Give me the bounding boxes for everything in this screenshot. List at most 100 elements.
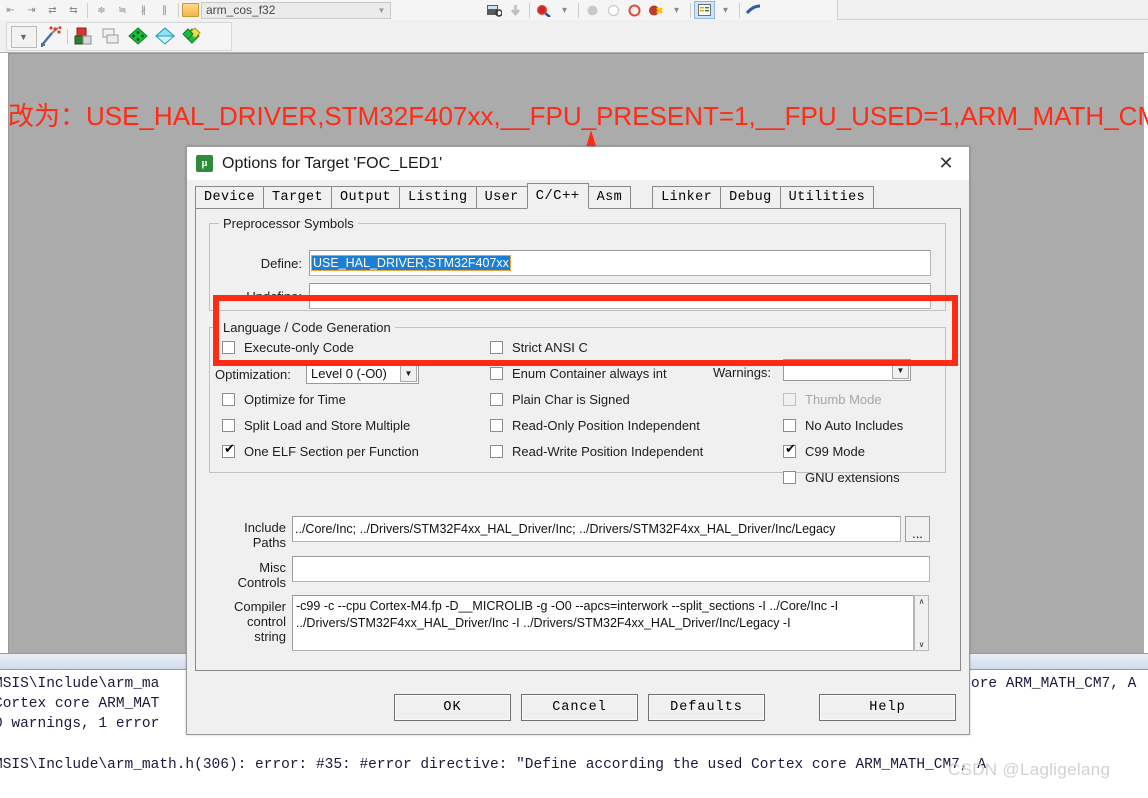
- uncomment-icon[interactable]: ⇆: [63, 1, 84, 19]
- help-glyph: [745, 4, 761, 15]
- compiler-control-scrollbar[interactable]: ∧ ∨: [914, 595, 929, 651]
- misc-controls-input[interactable]: [292, 556, 930, 582]
- manage-runtime-icon[interactable]: [179, 24, 206, 49]
- checkbox-optimize-for-time[interactable]: [222, 393, 235, 406]
- compiler-control-string-input[interactable]: -c99 -c --cpu Cortex-M4.fp -D__MICROLIB …: [292, 595, 914, 651]
- breakpoint-dropdown-icon[interactable]: ▾: [666, 1, 687, 19]
- config-wizard-icon[interactable]: [37, 24, 64, 49]
- batch-build-icon[interactable]: [98, 24, 125, 49]
- window-icon[interactable]: [694, 1, 715, 19]
- target-dropdown-icon[interactable]: ▼: [10, 24, 37, 49]
- optimization-label: Optimization:: [215, 367, 291, 382]
- build-output-line: 0 warnings, 1 error: [0, 716, 160, 732]
- tab-target[interactable]: Target: [263, 186, 333, 208]
- keil-uvision-icon: µ: [196, 155, 213, 172]
- breakpoint-icon[interactable]: [582, 1, 603, 19]
- breakpoint-disable-glyph: [608, 4, 619, 16]
- scroll-down-icon[interactable]: ∨: [919, 640, 925, 649]
- tab-debug[interactable]: Debug: [720, 186, 781, 208]
- optimization-dropdown[interactable]: Level 0 (-O0) ▼: [306, 362, 419, 384]
- manage-components-icon[interactable]: [152, 24, 179, 49]
- chevron-down-icon[interactable]: ▼: [373, 2, 390, 18]
- batch-build-glyph: [102, 28, 119, 44]
- build-output-line: MSIS\Include\arm_math.h(306): error: #35…: [0, 757, 986, 773]
- defaults-button[interactable]: Defaults: [648, 694, 765, 721]
- editor-left-edge: [0, 53, 9, 653]
- optimization-dropdown-value: Level 0 (-O0): [311, 365, 387, 381]
- close-icon[interactable]: ✕: [923, 147, 969, 180]
- breakpoint-all-icon[interactable]: [645, 1, 666, 19]
- active-file-combo[interactable]: arm_cos_f32 ▼: [201, 1, 391, 19]
- include-paths-browse-button[interactable]: ...: [905, 516, 930, 542]
- indent-decrease-icon[interactable]: ⇤: [0, 1, 21, 19]
- tab-device[interactable]: Device: [195, 186, 265, 208]
- download-icon[interactable]: [505, 1, 526, 19]
- compiler-control-line-1: -c99 -c --cpu Cortex-M4.fp -D__MICROLIB …: [296, 599, 839, 613]
- checkbox-split-load-store[interactable]: [222, 419, 235, 432]
- translate-icon[interactable]: [125, 24, 152, 49]
- find-dropdown-icon[interactable]: ▾: [554, 1, 575, 19]
- tab-listing[interactable]: Listing: [399, 186, 477, 208]
- ok-button[interactable]: OK: [394, 694, 511, 721]
- target-dropdown-box: ▼: [10, 25, 37, 48]
- scroll-up-icon[interactable]: ∧: [919, 597, 925, 606]
- tab-output[interactable]: Output: [331, 186, 401, 208]
- checkbox-read-write-pi[interactable]: [490, 445, 503, 458]
- toolbar-separator: [529, 2, 530, 18]
- indent-increase-icon[interactable]: ⇥: [21, 1, 42, 19]
- warnings-dropdown[interactable]: ▼: [783, 359, 911, 381]
- label-no-auto-includes: No Auto Includes: [805, 418, 904, 433]
- checkbox-no-auto-includes[interactable]: [783, 419, 796, 432]
- find-glyph: [537, 4, 551, 17]
- toolbar-separator: [690, 2, 691, 18]
- bookmark-toggle-icon[interactable]: ≑: [91, 1, 112, 19]
- label-one-elf-section: One ELF Section per Function: [244, 444, 419, 459]
- checkbox-execute-only-code[interactable]: [222, 341, 235, 354]
- breakpoint-disable-icon[interactable]: [603, 1, 624, 19]
- label-execute-only-code: Execute-only Code: [244, 340, 354, 355]
- checkbox-strict-ansi-c[interactable]: [490, 341, 503, 354]
- debug-session-glyph: [487, 4, 502, 17]
- undefine-input[interactable]: [309, 283, 931, 309]
- bookmark-next-icon[interactable]: ≒: [112, 1, 133, 19]
- csdn-watermark: CSDN @Lagligelang: [948, 760, 1111, 779]
- toolbar-separator: [67, 29, 68, 44]
- label-c99-mode: C99 Mode: [805, 444, 865, 459]
- build-output-line-right: ore ARM_MATH_CM7, A: [971, 676, 1137, 692]
- help-icon[interactable]: [743, 1, 764, 19]
- build-output-line: MSIS\Include\arm_ma: [0, 676, 160, 692]
- debug-session-icon[interactable]: [484, 1, 505, 19]
- chevron-down-icon[interactable]: ▼: [892, 361, 909, 379]
- tab-utilities[interactable]: Utilities: [779, 186, 875, 208]
- window-dropdown-icon[interactable]: ▾: [715, 1, 736, 19]
- breakpoint-kill-icon[interactable]: [624, 1, 645, 19]
- build-target-icon[interactable]: [71, 24, 98, 49]
- bookmark-clear-icon[interactable]: ∥: [154, 1, 175, 19]
- checkbox-read-only-pi[interactable]: [490, 419, 503, 432]
- find-icon[interactable]: [533, 1, 554, 19]
- open-folder-icon[interactable]: [182, 3, 199, 17]
- define-input[interactable]: USE_HAL_DRIVER,STM32F407xx: [309, 250, 931, 276]
- checkbox-one-elf-section[interactable]: ✔: [222, 443, 235, 458]
- include-paths-label-line2: Paths: [252, 535, 286, 550]
- language-code-generation-label: Language / Code Generation: [219, 320, 395, 335]
- cancel-button[interactable]: Cancel: [521, 694, 638, 721]
- help-button[interactable]: Help: [819, 694, 956, 721]
- tab-asm[interactable]: Asm: [587, 186, 632, 208]
- toolbar-row-lower: ▼: [0, 20, 1148, 53]
- dialog-title-bar[interactable]: µ Options for Target 'FOC_LED1' ✕: [187, 147, 969, 180]
- checkbox-enum-container[interactable]: [490, 367, 503, 380]
- chevron-down-icon[interactable]: ▼: [400, 364, 417, 382]
- toolbar-separator: [578, 2, 579, 18]
- tab-linker[interactable]: Linker: [652, 186, 722, 208]
- tab-user[interactable]: User: [475, 186, 528, 208]
- checkbox-gnu-extensions[interactable]: [783, 471, 796, 484]
- include-paths-input[interactable]: ../Core/Inc; ../Drivers/STM32F4xx_HAL_Dr…: [292, 516, 901, 542]
- check-mark-icon: ✔: [785, 442, 796, 457]
- comment-icon[interactable]: ⇄: [42, 1, 63, 19]
- checkbox-plain-char-signed[interactable]: [490, 393, 503, 406]
- tab-c-cpp[interactable]: C/C++: [526, 183, 589, 209]
- bookmark-prev-icon[interactable]: ∦: [133, 1, 154, 19]
- include-paths-label-line1: Include: [244, 520, 286, 535]
- checkbox-c99-mode[interactable]: ✔: [783, 442, 796, 458]
